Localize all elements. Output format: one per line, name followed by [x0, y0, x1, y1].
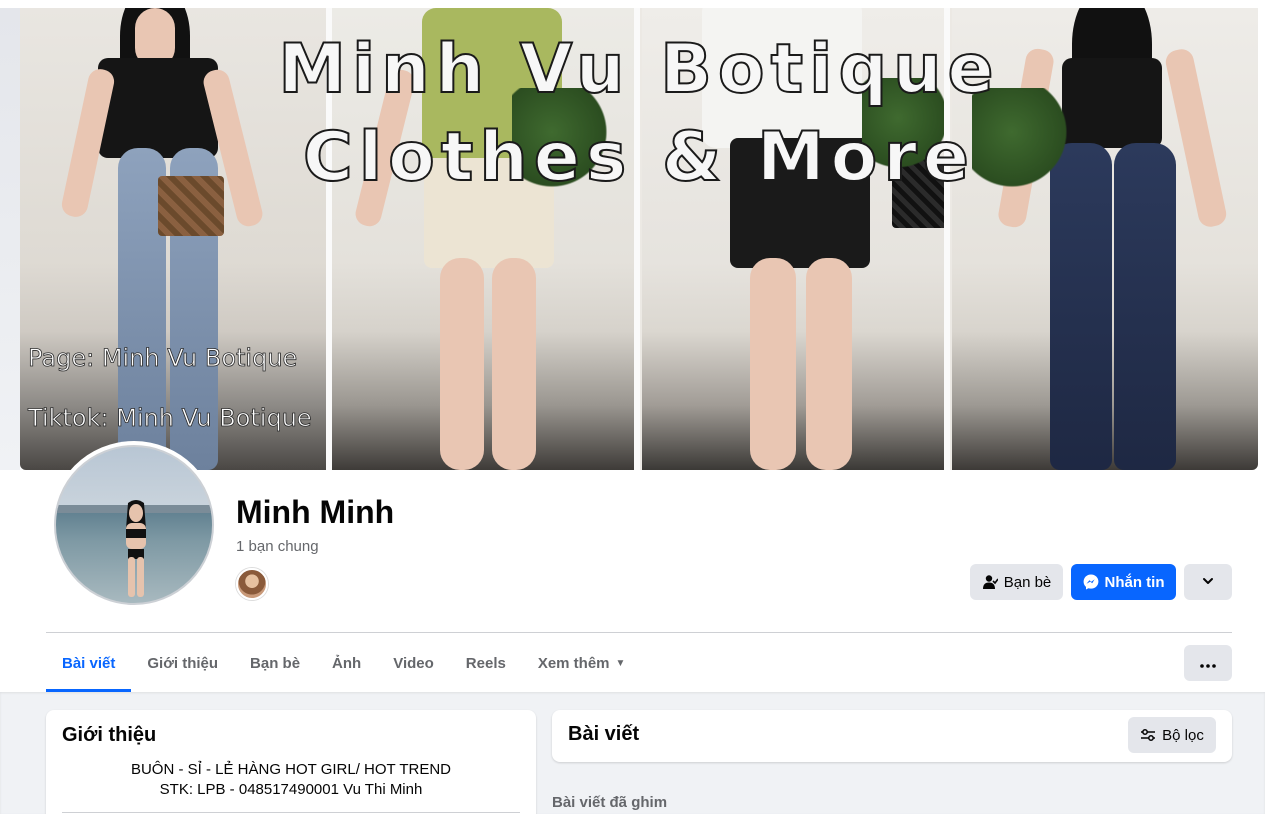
- friends-button[interactable]: Bạn bè: [970, 564, 1063, 600]
- filter-button[interactable]: Bộ lọc: [1128, 717, 1216, 753]
- mutual-friends-count[interactable]: 1 bạn chung: [236, 538, 319, 555]
- friends-button-label: Bạn bè: [1003, 573, 1052, 591]
- bio-line-1: BUÔN - SỈ - LẺ HÀNG HOT GIRL/ HOT TREND: [130, 761, 452, 778]
- tab-label: Reels: [465, 654, 506, 672]
- tab-reels[interactable]: Reels: [450, 634, 522, 692]
- tab-label: Ảnh: [332, 654, 362, 672]
- tab-friends[interactable]: Bạn bè: [234, 634, 316, 692]
- cover-caption-page: Page: Minh Vu Botique: [28, 344, 298, 373]
- cover-title-line2: Clothes & More: [302, 117, 976, 198]
- caret-down-icon: ▼: [615, 657, 626, 669]
- avatar-person-figure: [126, 500, 146, 597]
- intro-title: Giới thiệu: [62, 724, 157, 746]
- posts-title: Bài viết: [568, 723, 640, 745]
- profile-page: Minh Vu Botique Clothes & More Page: Min…: [0, 0, 1265, 814]
- message-button-label: Nhắn tin: [1104, 573, 1165, 591]
- intro-divider: [62, 812, 520, 813]
- profile-name: Minh Minh: [236, 494, 395, 530]
- tab-videos[interactable]: Video: [377, 634, 450, 692]
- filter-icon: [1140, 728, 1156, 742]
- intro-card: Giới thiệu BUÔN - SỈ - LẺ HÀNG HOT GIRL/…: [46, 710, 536, 814]
- person-icon: [982, 574, 998, 590]
- messenger-icon: [1083, 574, 1099, 590]
- tab-label: Bạn bè: [250, 654, 301, 672]
- profile-avatar[interactable]: [50, 441, 218, 609]
- tab-see-more[interactable]: Xem thêm ▼: [522, 634, 642, 692]
- profile-options-button[interactable]: [1184, 564, 1232, 600]
- tab-posts[interactable]: Bài viết: [46, 634, 132, 692]
- more-options-button[interactable]: [1184, 645, 1232, 681]
- tab-label: Bài viết: [62, 654, 116, 672]
- pinned-posts-heading: Bài viết đã ghim: [552, 794, 668, 811]
- tab-label: Xem thêm: [537, 654, 610, 672]
- posts-card: Bài viết Bộ lọc: [552, 710, 1232, 762]
- cover-caption-tiktok: Tiktok: Minh Vu Botique: [28, 404, 312, 433]
- tab-label: Giới thiệu: [147, 654, 219, 672]
- cover-edge: [0, 8, 20, 470]
- tab-photos[interactable]: Ảnh: [316, 634, 377, 692]
- message-button[interactable]: Nhắn tin: [1071, 564, 1176, 600]
- tab-about[interactable]: Giới thiệu: [131, 634, 234, 692]
- filter-button-label: Bộ lọc: [1162, 726, 1204, 744]
- header-divider: [46, 632, 1232, 633]
- cover-photo[interactable]: Minh Vu Botique Clothes & More Page: Min…: [20, 8, 1258, 470]
- chevron-down-icon: [1202, 574, 1214, 591]
- mutual-friend-avatar[interactable]: [236, 568, 268, 600]
- avatar-photo: [54, 445, 214, 605]
- cover-title-line1: Minh Vu Botique: [277, 29, 1000, 110]
- tab-label: Video: [393, 654, 434, 672]
- more-dots-icon: [1200, 655, 1216, 672]
- bio-line-2: STK: LPB - 048517490001 Vu Thi Minh: [159, 781, 423, 798]
- profile-tabs: Bài viết Giới thiệu Bạn bè Ảnh Video Ree…: [46, 634, 641, 692]
